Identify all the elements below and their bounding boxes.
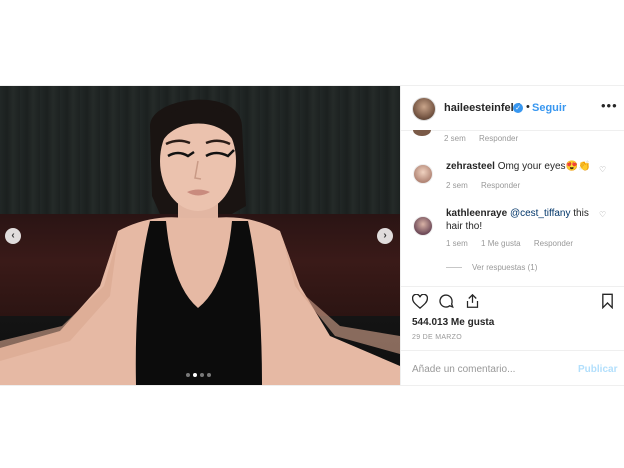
comment-time: 2 sem (446, 181, 468, 190)
comments-list[interactable]: 2 sem Responder zehrasteel Omg your eyes… (401, 130, 624, 296)
share-upload-icon[interactable] (464, 293, 480, 309)
carousel-dot-active (193, 373, 197, 377)
replies-divider-line (446, 267, 462, 268)
post-actions-bar (401, 286, 624, 317)
comment-bubble-icon[interactable] (438, 293, 454, 309)
comment-username[interactable]: kathleenraye (446, 208, 507, 219)
carousel-dot (186, 373, 190, 377)
comment-avatar[interactable] (413, 216, 433, 236)
author-username[interactable]: haileesteinfeld (444, 102, 520, 114)
comment-meta: 2 sem Responder (444, 134, 529, 143)
comment-likes[interactable]: 1 Me gusta (481, 239, 521, 248)
comment-time: 2 sem (444, 134, 466, 143)
comment-body: Omg your eyes😍👏 (497, 161, 591, 172)
publish-button[interactable]: Publicar (578, 364, 617, 375)
comment-avatar[interactable] (413, 130, 431, 136)
carousel-dot (200, 373, 204, 377)
view-replies-label: Ver respuestas (1) (472, 263, 538, 272)
instagram-post: ‹ › haileesteinfeld ✓ • Seguir ••• 2 sem… (0, 85, 624, 386)
person-illustration (0, 99, 400, 385)
view-replies-button[interactable]: Ver respuestas (1) (446, 263, 537, 272)
carousel-dot (207, 373, 211, 377)
add-comment-input[interactable]: Añade un comentario... (412, 364, 515, 375)
comment-reply-button[interactable]: Responder (481, 181, 520, 190)
comment-avatar[interactable] (413, 164, 433, 184)
carousel-indicator (186, 373, 211, 377)
verified-badge-icon: ✓ (513, 103, 523, 113)
comment-username[interactable]: zehrasteel (446, 161, 495, 172)
comment-mention-link[interactable]: @cest_tiffany (510, 208, 571, 219)
post-photo[interactable]: ‹ › (0, 86, 400, 385)
likes-count[interactable]: 544.013 Me gusta (412, 317, 494, 328)
separator-dot: • (526, 101, 530, 113)
comment-time: 1 sem (446, 239, 468, 248)
more-options-icon[interactable]: ••• (601, 98, 618, 113)
prev-slide-button[interactable]: ‹ (5, 228, 21, 244)
next-slide-button[interactable]: › (377, 228, 393, 244)
add-comment-section: Añade un comentario... Publicar (401, 350, 624, 386)
comment-text: zehrasteel Omg your eyes😍👏 (446, 160, 598, 173)
comment-like-heart-icon[interactable]: ♡ (599, 210, 606, 219)
comment-text: kathleenraye @cest_tiffany this hair tho… (446, 207, 594, 233)
author-avatar[interactable] (412, 97, 436, 121)
post-sidebar: haileesteinfeld ✓ • Seguir ••• 2 sem Res… (400, 86, 624, 385)
post-header: haileesteinfeld ✓ • Seguir ••• (401, 86, 624, 131)
comment-reply-button[interactable]: Responder (479, 134, 518, 143)
like-heart-icon[interactable] (412, 293, 428, 309)
comment-meta: 2 sem Responder (446, 181, 531, 190)
comment-meta: 1 sem 1 Me gusta Responder (446, 239, 584, 248)
save-bookmark-icon[interactable] (599, 293, 615, 309)
post-date[interactable]: 29 DE MARZO (412, 334, 462, 341)
follow-button[interactable]: Seguir (532, 102, 566, 114)
comment-like-heart-icon[interactable]: ♡ (599, 165, 606, 174)
comment-reply-button[interactable]: Responder (534, 239, 573, 248)
